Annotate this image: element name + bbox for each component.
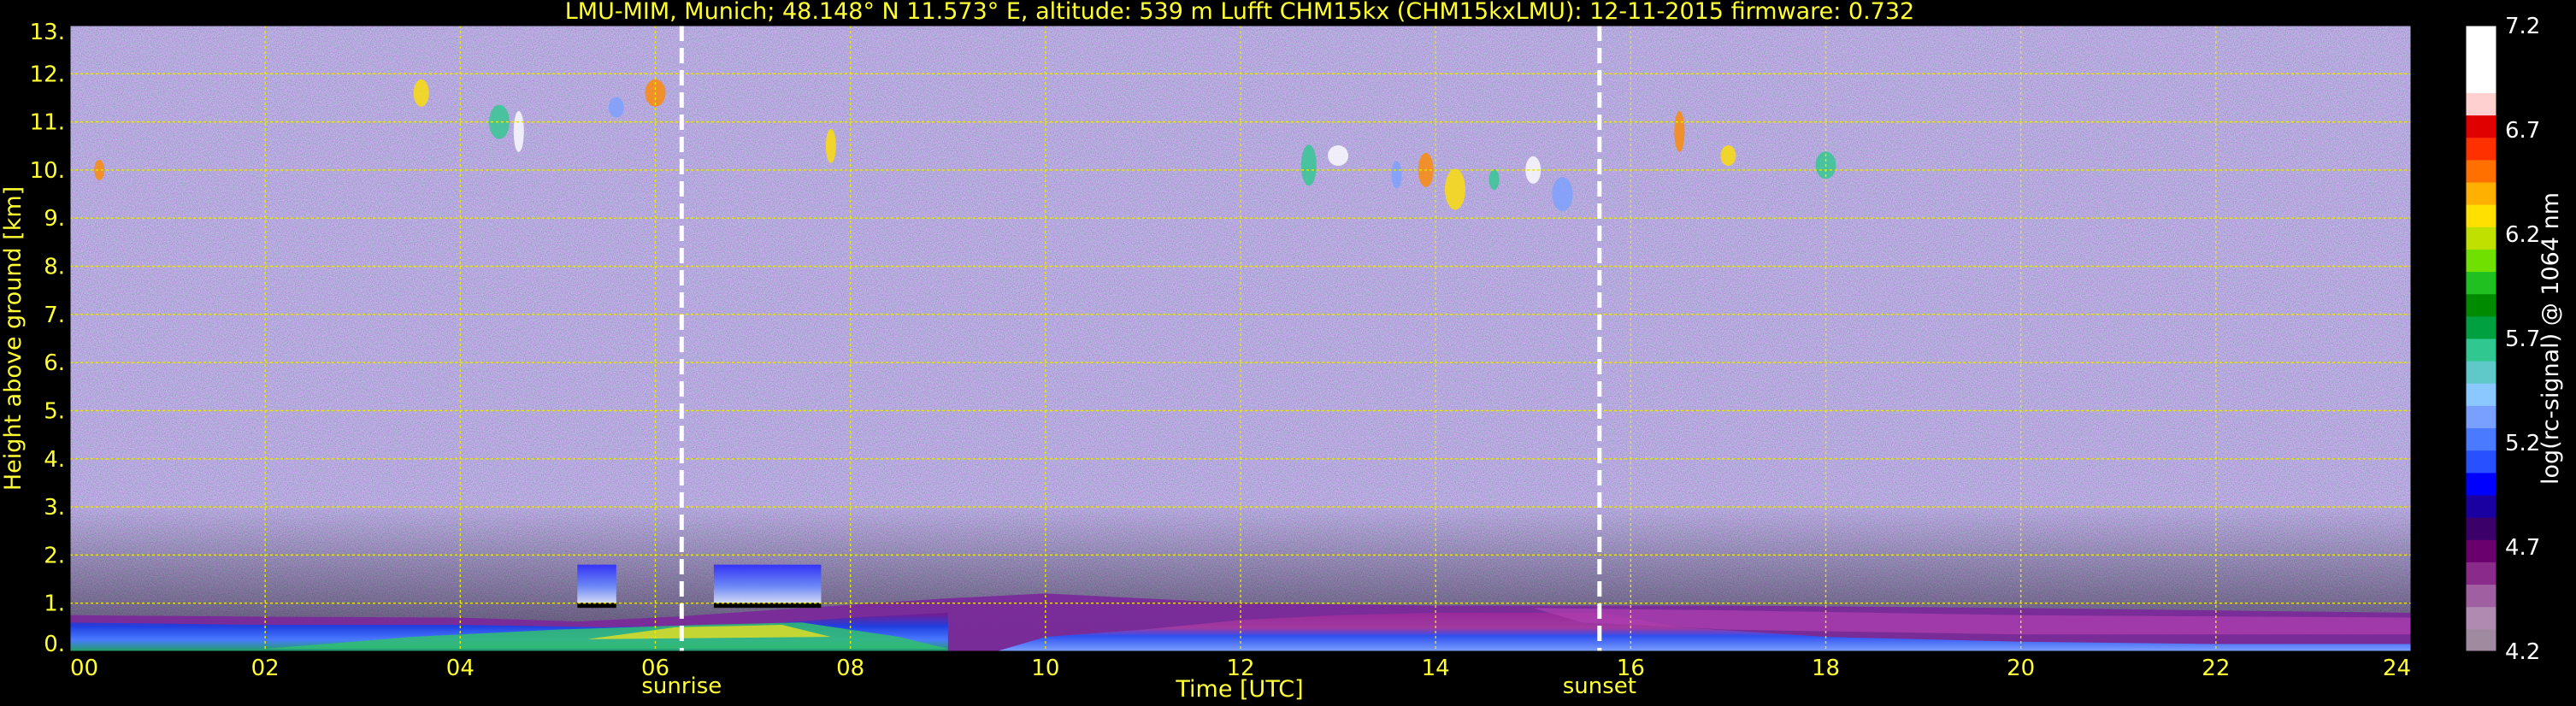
x-tick-label: 22: [2202, 656, 2230, 681]
y-tick-label: 1.: [44, 591, 65, 617]
colorbar: 4.2 4.7 5.2 5.7 6.2 6.7 7.2: [2465, 14, 2540, 665]
y-tick-label: 4.: [44, 447, 65, 473]
y-tick-label: 7.: [44, 303, 65, 328]
y-axis-label: Height above ground [km]: [0, 186, 27, 491]
colorbar-segment: [2466, 249, 2496, 273]
colorbar-segment: [2466, 137, 2496, 161]
colorbar-segment: [2466, 606, 2496, 630]
colorbar-segment: [2466, 405, 2496, 429]
colorbar-segment: [2466, 562, 2496, 585]
colorbar-label: log(rc-signal) @ 1064 nm: [2538, 192, 2564, 485]
cirrus-trace: [1552, 177, 1573, 212]
colorbar-segment: [2466, 182, 2496, 205]
y-tick-label: 10.: [30, 158, 65, 184]
x-tick-label: 24: [2383, 656, 2411, 681]
cirrus-trace: [1328, 145, 1349, 167]
y-tick-label: 13.: [30, 20, 65, 45]
cirrus-trace: [1391, 161, 1402, 189]
cirrus-trace: [1488, 169, 1500, 191]
cirrus-trace: [608, 97, 624, 118]
sun-marker-label: sunrise: [641, 674, 722, 699]
x-tick-label: 20: [2007, 656, 2035, 681]
colorbar-segment: [2466, 271, 2496, 295]
colorbar-segment: [2466, 227, 2496, 250]
y-tick-label: 12.: [30, 62, 65, 87]
colorbar-segment: [2466, 584, 2496, 608]
cirrus-trace: [413, 79, 429, 107]
colorbar-segment: [2466, 48, 2496, 71]
x-tick-label: 08: [836, 656, 864, 681]
x-tick-label: 14: [1422, 656, 1450, 681]
chart-title: LMU-MIM, Munich; 48.148° N 11.573° E, al…: [565, 0, 1914, 25]
colorbar-segment: [2466, 70, 2496, 93]
colorbar-segment: [2466, 293, 2496, 317]
x-tick-label: 10: [1031, 656, 1059, 681]
y-tick-label: 6.: [44, 350, 65, 376]
x-axis-label: Time [UTC]: [1175, 676, 1303, 703]
colorbar-segment: [2466, 427, 2496, 451]
colorbar-segment: [2466, 539, 2496, 562]
y-tick-label: 8.: [44, 255, 65, 280]
cirrus-trace: [513, 110, 524, 152]
cirrus-trace: [1674, 110, 1685, 152]
y-tick-label: 11.: [30, 110, 65, 136]
x-tick-label: 18: [1812, 656, 1840, 681]
sun-marker-label: sunset: [1563, 674, 1636, 699]
colorbar-segment: [2466, 315, 2496, 339]
plot-area: [69, 25, 2412, 652]
colorbar-segment: [2466, 26, 2496, 49]
cirrus-trace: [825, 128, 836, 163]
colorbar-tick-label: 5.7: [2505, 327, 2540, 352]
colorbar-segment: [2466, 338, 2496, 362]
colorbar-tick-label: 6.2: [2505, 222, 2540, 248]
x-tick-label: 02: [251, 656, 280, 681]
colorbar-segment: [2466, 495, 2496, 518]
colorbar-segment: [2466, 361, 2496, 384]
colorbar-segment: [2466, 204, 2496, 227]
colorbar-segment: [2466, 115, 2496, 138]
y-tick-label: 2.: [44, 543, 65, 568]
x-tick-label: 04: [446, 656, 475, 681]
y-tick-label: 0.: [44, 632, 65, 657]
colorbar-segment: [2466, 92, 2496, 116]
y-axis: 0. 1. 2. 3. 4. 5. 6. 7. 8. 9. 10. 11. 12. 13.: [30, 20, 65, 657]
x-tick-label: 00: [70, 656, 98, 681]
colorbar-tick-label: 6.7: [2505, 118, 2540, 144]
colorbar-segment: [2466, 472, 2496, 496]
colorbar-tick-label: 5.2: [2505, 431, 2540, 456]
colorbar-tick-label: 7.2: [2505, 14, 2540, 39]
colorbar-segment: [2466, 383, 2496, 406]
colorbar-segment: [2466, 628, 2496, 652]
cirrus-trace: [1300, 144, 1317, 186]
y-tick-label: 9.: [44, 206, 65, 232]
lidar-figure: 00 02 04 06 08 10 12 14 16 18 20 22 24sunrise sunset …: [0, 0, 2564, 703]
colorbar-segment: [2466, 159, 2496, 183]
y-tick-label: 5.: [44, 398, 65, 424]
colorbar-segment: [2466, 517, 2496, 540]
y-tick-label: 3.: [44, 495, 65, 521]
colorbar-tick-label: 4.7: [2505, 535, 2540, 561]
colorbar-segment: [2466, 450, 2496, 474]
low-cloud-patch: [577, 564, 616, 609]
cirrus-trace: [1444, 168, 1465, 210]
cirrus-trace: [1720, 145, 1736, 167]
colorbar-tick-label: 4.2: [2505, 639, 2540, 665]
low-cloud-patch: [713, 564, 822, 609]
